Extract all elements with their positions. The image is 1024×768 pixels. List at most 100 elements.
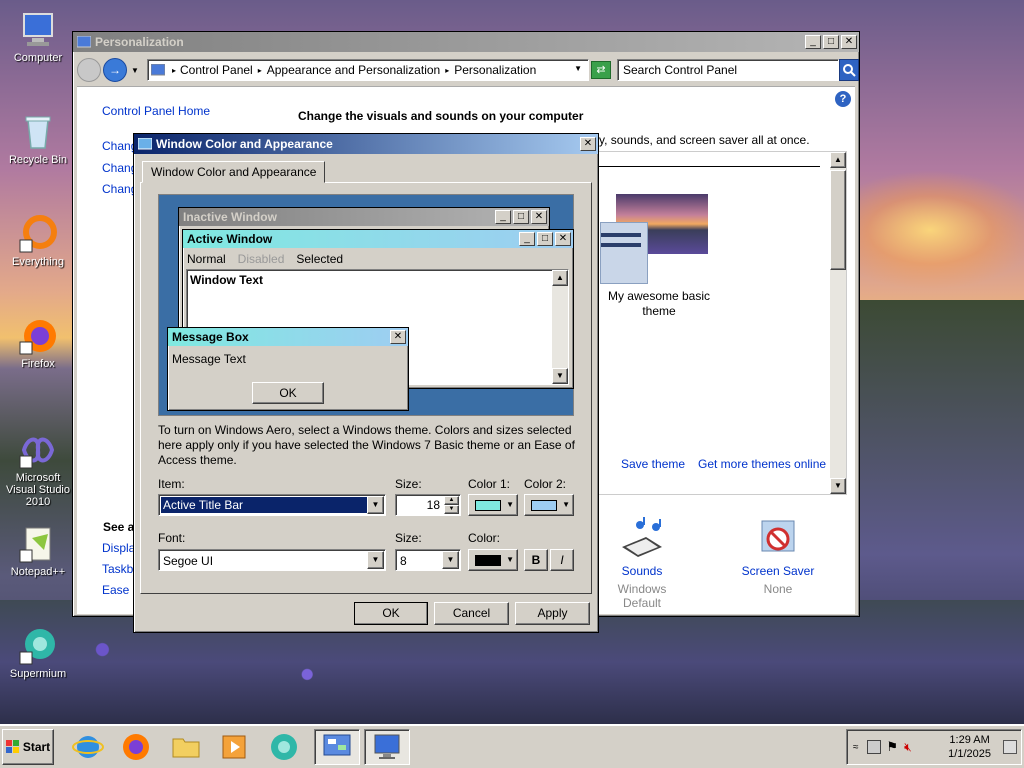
breadcrumb-separator-icon: ▸ (257, 65, 262, 75)
desktop-icon-notepad-plus-plus[interactable]: Notepad++ (0, 524, 76, 578)
font-size-select[interactable]: 8 ▼ (395, 549, 461, 571)
bold-toggle[interactable]: B (524, 549, 548, 571)
taskbar-internet-explorer[interactable] (66, 729, 110, 765)
dialog-close-button[interactable]: ✕ (580, 137, 596, 151)
screen-saver-item[interactable]: Screen Saver None (733, 517, 823, 596)
search-input[interactable]: Search Control Panel (617, 59, 839, 81)
personalization-titlebar[interactable]: Personalization _ □ ✕ (73, 32, 859, 52)
item-dropdown-icon[interactable]: ▼ (367, 496, 384, 514)
color2-swatch (531, 500, 557, 511)
preview-close-icon: ✕ (390, 330, 406, 344)
close-button[interactable]: ✕ (841, 35, 857, 49)
desktop-icon-firefox[interactable]: Firefox (0, 316, 76, 370)
preview-close-icon: ✕ (555, 232, 571, 246)
font-size-dropdown-icon[interactable]: ▼ (442, 551, 459, 569)
scroll-up-arrow[interactable]: ▲ (830, 152, 846, 168)
theme-name[interactable]: My awesome basic theme (598, 289, 720, 319)
show-hidden-icons-chevron[interactable]: ≈ (853, 742, 859, 753)
desktop-icon-visual-studio[interactable]: Microsoft Visual Studio 2010 (0, 430, 76, 508)
action-center-flag-icon[interactable]: ⚑ (887, 739, 899, 755)
tab-window-color[interactable]: Window Color and Appearance (142, 161, 326, 183)
size-down-icon[interactable]: ▼ (444, 505, 459, 514)
taskbar-control-panel[interactable] (314, 729, 360, 765)
control-panel-home-link[interactable]: Control Panel Home (102, 104, 210, 118)
network-icon[interactable] (866, 740, 881, 754)
clock[interactable]: 1:29 AM 1/1/2025 (948, 733, 991, 761)
taskbar: Start ≈ ⚑ 🔇︎ 1:29 AM 1/1/2025 (0, 724, 1024, 768)
ok-button[interactable]: OK (354, 602, 428, 625)
desktop-icon-everything[interactable]: Everything (0, 214, 76, 268)
refresh-icon[interactable]: ⇄ (591, 61, 611, 79)
preview-window-text: Window Text (190, 273, 263, 287)
desktop-icon-supermium[interactable]: Supermium (0, 626, 76, 680)
apply-button[interactable]: Apply (515, 602, 590, 625)
breadcrumb-item-control-panel[interactable]: Control Panel (180, 63, 253, 77)
help-icon[interactable]: ? (835, 91, 851, 107)
preview-msgbox-text: Message Text (172, 352, 246, 366)
size-up-icon[interactable]: ▲ (444, 496, 459, 505)
desktop-icon-computer[interactable]: Computer (0, 10, 76, 64)
everything-icon (19, 215, 57, 253)
size-stepper[interactable]: 18 ▲ ▼ (395, 494, 461, 516)
sounds-value: Windows Default (617, 582, 667, 610)
item-label: Item: (158, 477, 185, 491)
search-icon[interactable] (839, 59, 859, 81)
monitor-icon (374, 734, 400, 759)
breadcrumb-item-personalization[interactable]: Personalization (454, 63, 536, 77)
item-select[interactable]: Active Title Bar ▼ (158, 494, 386, 516)
font-color-label: Color: (468, 531, 501, 545)
start-button[interactable]: Start (2, 729, 54, 765)
show-desktop-icon[interactable] (1003, 740, 1017, 754)
save-theme-link[interactable]: Save theme (621, 457, 685, 471)
screen-saver-label[interactable]: Screen Saver (733, 564, 823, 578)
dialog-titlebar[interactable]: Window Color and Appearance ✕ (134, 134, 598, 154)
address-bar[interactable]: ▸ Control Panel ▸ Appearance and Persona… (147, 59, 589, 81)
taskbar-file-explorer[interactable] (164, 729, 208, 765)
preview-scrollbar: ▲ ▼ (552, 270, 568, 384)
forward-button[interactable]: → (103, 58, 127, 82)
back-button[interactable] (77, 58, 101, 82)
address-dropdown-icon[interactable]: ▼ (574, 64, 582, 73)
taskbar-firefox[interactable] (114, 729, 158, 765)
sounds-item[interactable]: Sounds Windows Default (597, 517, 687, 610)
search-placeholder: Search Control Panel (623, 63, 738, 77)
font-select[interactable]: Segoe UI ▼ (158, 549, 386, 571)
recent-pages-chevron-icon[interactable]: ▼ (131, 66, 139, 75)
clock-date: 1/1/2025 (948, 748, 991, 760)
desktop-icon-recycle-bin[interactable]: Recycle Bin (0, 112, 76, 166)
breadcrumb-separator-icon: ▸ (445, 65, 450, 75)
preview-maximize-icon: □ (537, 232, 553, 246)
firefox-icon (123, 734, 149, 760)
preview-menu-selected: Selected (296, 252, 344, 266)
preview-message-box[interactable]: Message Box ✕ Message Text OK (167, 327, 409, 411)
notepad-plus-plus-icon (19, 527, 51, 563)
color2-picker[interactable]: ▼ (524, 494, 574, 516)
sounds-label[interactable]: Sounds (597, 564, 687, 578)
theme-list-scrollbar[interactable]: ▲ ▼ (830, 152, 846, 494)
taskbar-media-player[interactable] (212, 729, 256, 765)
desktop-icon-label: Everything (12, 256, 64, 268)
taskbar-personalization[interactable] (364, 729, 410, 765)
scroll-down-arrow[interactable]: ▼ (830, 478, 846, 494)
cancel-button[interactable]: Cancel (434, 602, 509, 625)
volume-muted-icon[interactable]: 🔇︎ (904, 740, 912, 755)
supermium-icon (271, 734, 297, 760)
preview-active-titlebar: Active Window _ □ ✕ (183, 230, 573, 248)
sounds-icon (622, 517, 662, 557)
recycle-bin-icon (25, 116, 51, 149)
get-more-themes-link[interactable]: Get more themes online (698, 457, 826, 471)
media-player-icon (222, 735, 246, 759)
desktop-icon-label: Firefox (21, 358, 55, 370)
preview-inactive-titlebar: Inactive Window _ □ ✕ (179, 208, 549, 226)
taskbar-supermium[interactable] (262, 729, 306, 765)
see-also-link-display[interactable]: Displa (102, 541, 135, 555)
aero-info-text: To turn on Windows Aero, select a Window… (158, 423, 575, 467)
italic-toggle[interactable]: I (550, 549, 574, 571)
scroll-thumb[interactable] (830, 170, 846, 270)
maximize-button[interactable]: □ (823, 35, 839, 49)
minimize-button[interactable]: _ (805, 35, 821, 49)
breadcrumb-item-appearance[interactable]: Appearance and Personalization (267, 63, 440, 77)
color1-picker[interactable]: ▼ (468, 494, 518, 516)
font-color-picker[interactable]: ▼ (468, 549, 518, 571)
font-dropdown-icon[interactable]: ▼ (367, 551, 384, 569)
